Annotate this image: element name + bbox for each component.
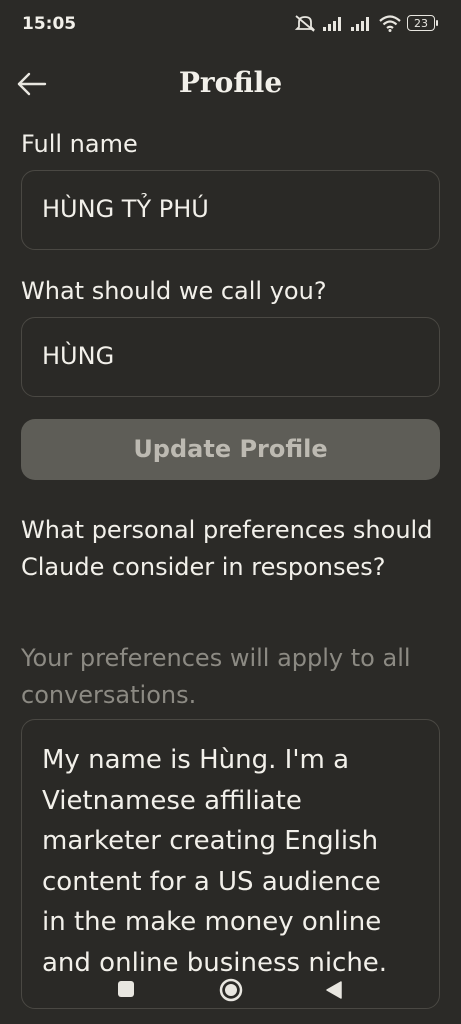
preferences-text: My name is Hùng. I'm a Vietnamese affili…	[42, 745, 388, 978]
home-button[interactable]	[218, 977, 244, 1007]
full-name-field[interactable]: HÙNG TỶ PHÚ	[21, 170, 440, 250]
recents-square-icon	[118, 981, 134, 997]
nickname-field[interactable]: HÙNG	[21, 317, 440, 397]
wifi-icon	[379, 14, 401, 32]
preferences-helper-text: Your preferences will apply to all conve…	[21, 644, 411, 709]
status-icons: 23	[293, 14, 438, 32]
signal-icon	[323, 17, 341, 31]
header: Profile	[0, 58, 461, 110]
status-bar: 15:05 23	[0, 0, 461, 48]
home-circle-icon	[219, 978, 243, 1002]
update-profile-button[interactable]: Update Profile	[21, 419, 440, 480]
back-triangle-icon	[326, 981, 342, 999]
preferences-question: What personal preferences should Claude …	[21, 516, 433, 581]
mute-icon	[294, 15, 316, 32]
full-name-label: Full name	[21, 130, 138, 158]
preferences-textarea[interactable]: My name is Hùng. I'm a Vietnamese affili…	[21, 719, 440, 1009]
signal-icon	[351, 17, 369, 31]
nickname-label: What should we call you?	[21, 277, 327, 305]
status-time: 15:05	[22, 14, 77, 34]
page-title: Profile	[178, 66, 283, 99]
nav-back-button[interactable]	[324, 980, 344, 1004]
battery-icon: 23	[407, 15, 438, 31]
recents-button[interactable]	[117, 980, 135, 1002]
